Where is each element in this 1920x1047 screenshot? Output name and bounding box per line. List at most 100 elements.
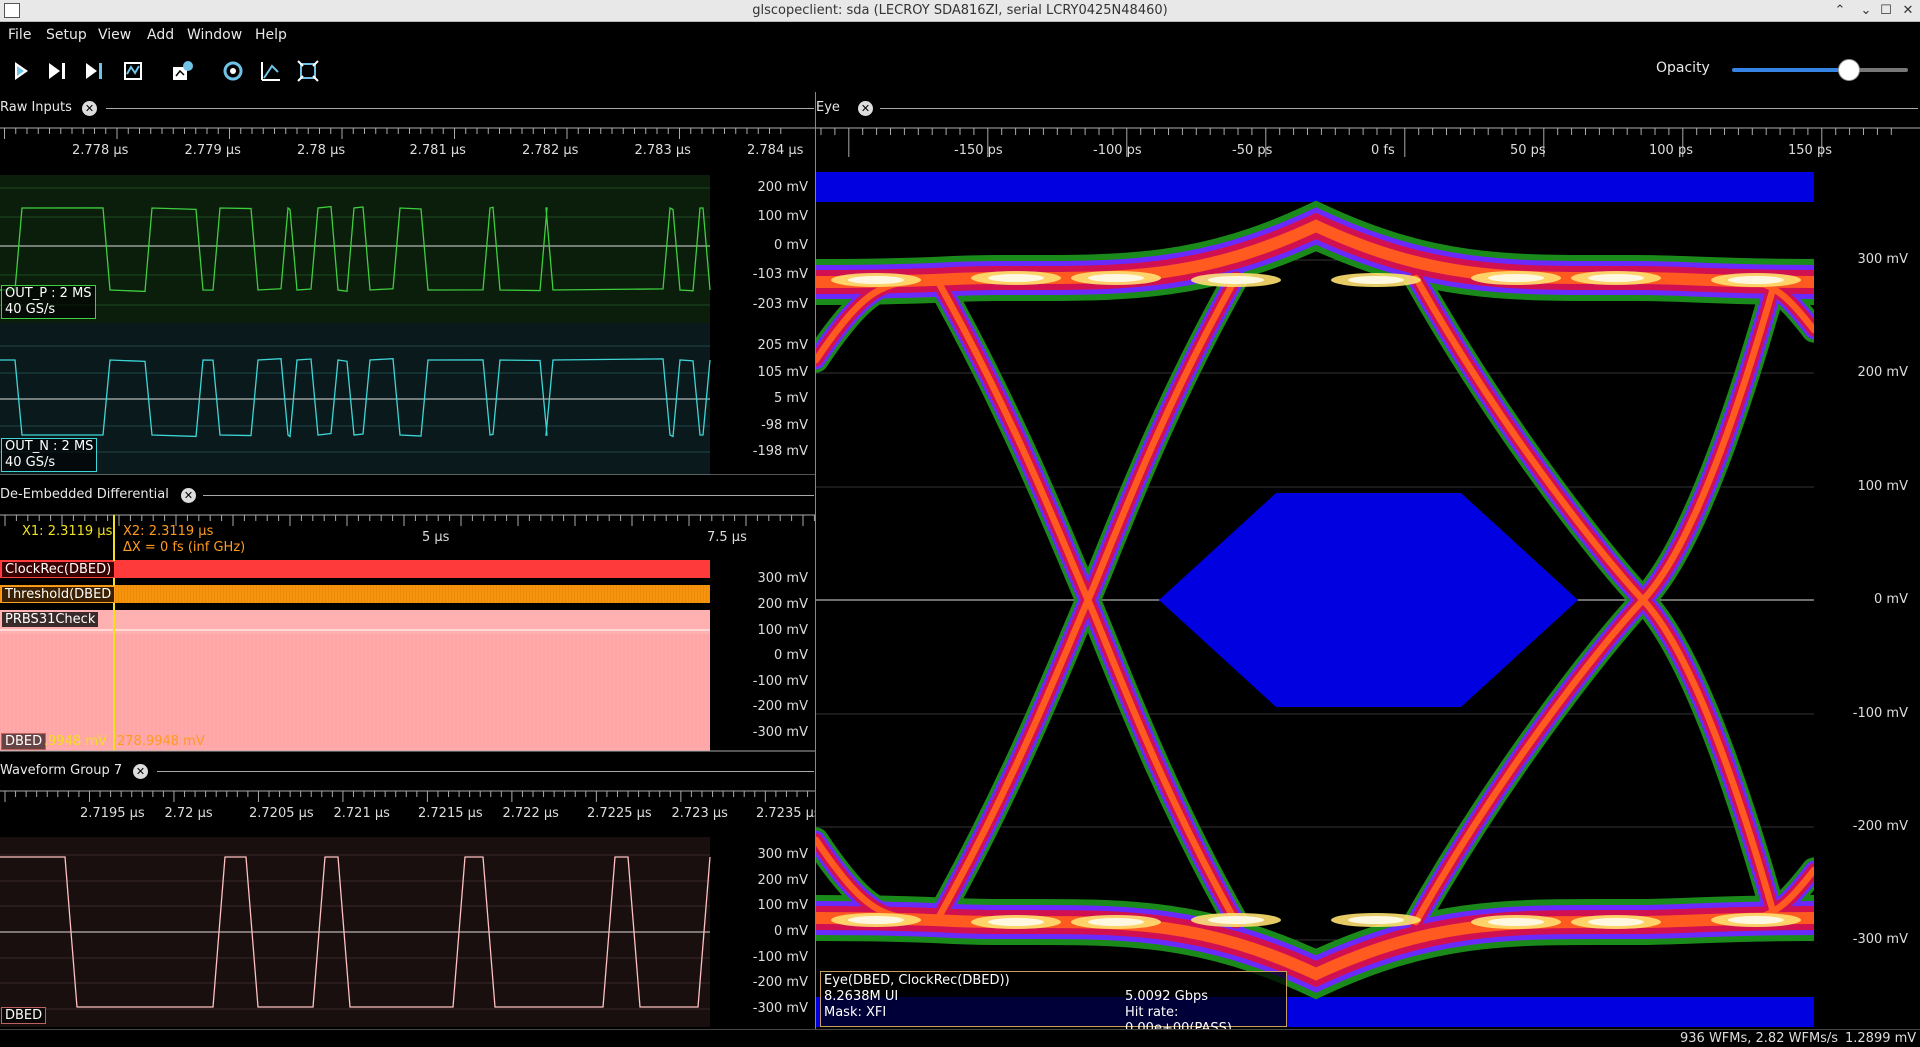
raw-inputs-plot[interactable] [0, 170, 815, 475]
out-n-level-label: -198 mV [752, 444, 808, 459]
eye-hotspot-core [1208, 276, 1264, 284]
eye-tick-label: 50 ps [1510, 143, 1546, 158]
menu-setup[interactable]: Setup [46, 27, 87, 43]
raw-inputs-tick-label: 2.784 µs [747, 143, 804, 158]
raw-inputs-tick-label: 2.779 µs [184, 143, 241, 158]
status-wfm-rate: 936 WFMs, 2.82 WFMs/s [1680, 1031, 1839, 1046]
raw-inputs-tick-label: 2.783 µs [634, 143, 691, 158]
eye-hotspot-core [1588, 274, 1644, 282]
eye-hotspot-core [1088, 274, 1144, 282]
dbed-tick-label: 5 µs [422, 530, 450, 545]
menu-add[interactable]: Add [147, 27, 174, 43]
window-title: glscopeclient: sda (LECROY SDA816ZI, ser… [752, 3, 1168, 18]
eye-hotspot-core [1488, 918, 1544, 926]
out-p-level-label: -203 mV [752, 297, 808, 312]
raw-inputs-tick-label: 2.778 µs [72, 143, 129, 158]
channel-dbed-label[interactable]: DBED [1, 1007, 47, 1024]
opacity-slider-fill[interactable] [1732, 68, 1848, 72]
channel-out-n-name: OUT_N : 2 MS [5, 439, 94, 454]
dbed-level-label: 100 mV [757, 623, 808, 638]
stop-icon[interactable] [120, 58, 146, 84]
close-window-button[interactable]: ✕ [1898, 1, 1918, 21]
eye-hotspot-core [1348, 916, 1404, 924]
eye-hotspot-core [988, 918, 1044, 926]
raw-inputs-tick-label: 2.78 µs [297, 143, 346, 158]
close-icon[interactable]: ✕ [858, 101, 873, 116]
eye-diagram-plot[interactable] [816, 170, 1920, 1029]
eye-hotspot-core [848, 916, 904, 924]
channel-out-p-name: OUT_P : 2 MS [5, 286, 92, 301]
eye-hotspot-core [1588, 918, 1644, 926]
dbed-level-label: 200 mV [757, 597, 808, 612]
eye-hotspot-core [1728, 916, 1784, 924]
group7-level-label: -300 mV [752, 1001, 808, 1016]
shade-button[interactable]: ⌄ [1856, 1, 1876, 21]
status-value: 1.2899 mV [1845, 1031, 1917, 1046]
menu-bar: File Setup View Add Window Help [0, 22, 1920, 48]
group7-level-label: 100 mV [757, 898, 808, 913]
eye-tick-label: -150 ps [954, 143, 1003, 158]
cursor-y2-readout: 278.9948 mV [117, 734, 205, 749]
out-p-level-label: 0 mV [774, 238, 808, 253]
group7-tick-label: 2.723 µs [671, 806, 728, 821]
eye-level-label: -300 mV [1852, 932, 1908, 947]
group7-level-label: -200 mV [752, 975, 808, 990]
group7-plot[interactable] [0, 832, 815, 1029]
eye-level-label: -100 mV [1852, 706, 1908, 721]
eye-level-label: -200 mV [1852, 819, 1908, 834]
group7-tick-label: 2.7225 µs [587, 806, 652, 821]
channel-out-p-label[interactable]: OUT_P : 2 MS 40 GS/s [1, 285, 96, 319]
out-p-level-label: 200 mV [757, 180, 808, 195]
eye-mask-name: Mask: XFI [824, 1005, 887, 1020]
mask-top [816, 172, 1814, 202]
history-icon[interactable] [170, 58, 196, 84]
tab-raw-inputs-label: Raw Inputs [0, 100, 72, 115]
opacity-slider-knob[interactable] [1838, 59, 1860, 81]
toolbar [0, 48, 1920, 92]
out-n-level-label: 105 mV [757, 365, 808, 380]
refresh-icon[interactable] [220, 58, 246, 84]
eye-bit-rate: 5.0092 Gbps [1125, 989, 1208, 1004]
start-single-icon[interactable] [45, 58, 71, 84]
menu-file[interactable]: File [8, 27, 31, 43]
close-icon[interactable]: ✕ [133, 764, 148, 779]
decode-clockrec-label[interactable]: ClockRec(DBED) [1, 561, 116, 578]
group7-level-label: 200 mV [757, 873, 808, 888]
eye-level-label: 100 mV [1857, 479, 1908, 494]
group7-tick-label: 2.7235 µs [756, 806, 821, 821]
minimize-button[interactable]: ⌃ [1830, 1, 1850, 21]
group7-tick-label: 2.721 µs [333, 806, 390, 821]
menu-help[interactable]: Help [255, 27, 287, 43]
decode-threshold-label[interactable]: Threshold(DBED [1, 586, 116, 603]
close-icon[interactable]: ✕ [181, 488, 196, 503]
cursor-x1-readout: X1: 2.3119 µs [22, 524, 113, 539]
dbed-level-label: 0 mV [774, 648, 808, 663]
start-icon[interactable] [8, 58, 34, 84]
tab-divider [106, 108, 814, 109]
group7-level-label: 300 mV [757, 847, 808, 862]
cursor-x2-readout: X2: 2.3119 µs [123, 524, 214, 539]
group7-tick-label: 2.7205 µs [249, 806, 314, 821]
channel-out-n-label[interactable]: OUT_N : 2 MS 40 GS/s [1, 438, 98, 472]
close-icon[interactable]: ✕ [82, 101, 97, 116]
raw-inputs-tick-label: 2.781 µs [409, 143, 466, 158]
out-n-level-label: 205 mV [757, 338, 808, 353]
channel-dbed-label[interactable]: DBED [1, 733, 47, 750]
cursor-y1-readout: .9948 mV [44, 734, 107, 749]
raw-inputs-tick-label: 2.782 µs [522, 143, 579, 158]
menu-view[interactable]: View [98, 27, 131, 43]
title-bar: glscopeclient: sda (LECROY SDA816ZI, ser… [0, 0, 1920, 22]
eye-tick-label: -100 ps [1093, 143, 1142, 158]
start-forced-icon[interactable] [82, 58, 108, 84]
menu-window[interactable]: Window [187, 27, 242, 43]
dbed-level-label: -100 mV [752, 674, 808, 689]
autoscale-icon[interactable] [295, 58, 321, 84]
maximize-button[interactable]: ☐ [1876, 1, 1896, 21]
channel-out-p-rate: 40 GS/s [5, 302, 56, 317]
eye-tick-label: -50 ps [1232, 143, 1273, 158]
decode-prbs-label[interactable]: PRBS31Check [1, 611, 100, 628]
status-bar: 936 WFMs, 2.82 WFMs/s 1.2899 mV [0, 1029, 1920, 1047]
tab-group7-label: Waveform Group 7 [0, 763, 123, 778]
eye-hotspot-core [988, 274, 1044, 282]
fullscreen-icon[interactable] [258, 58, 284, 84]
